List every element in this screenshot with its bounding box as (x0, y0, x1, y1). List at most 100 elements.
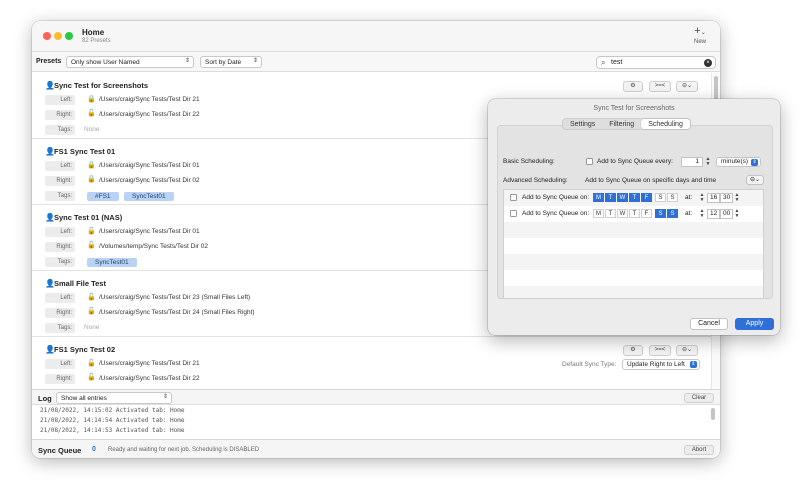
preset-row[interactable]: 👤FS1 Sync Test 02 Left: 🔓 /Users/craig/S… (32, 337, 711, 389)
new-preset-button[interactable]: +⌄ New (690, 25, 710, 45)
sort-popup[interactable]: Sort by Date ⇕ (200, 56, 262, 68)
lock-icon[interactable]: 🔒 (87, 175, 96, 183)
search-field[interactable]: ⌕ test × (596, 56, 716, 69)
day-saturday[interactable]: S (655, 209, 666, 218)
tags-label: Tags: (45, 323, 75, 333)
time-stepper[interactable]: ▲ ▼ (734, 209, 740, 219)
unlock-icon[interactable]: 🔓 (87, 241, 96, 249)
abort-button[interactable]: Abort (684, 445, 714, 455)
schedule-row-label: Add to Sync Queue on: (522, 194, 590, 201)
lock-icon[interactable]: 🔒 (87, 95, 96, 103)
compare-button[interactable]: >=< (649, 345, 671, 356)
tags-none: None (84, 324, 100, 331)
day-sunday[interactable]: S (667, 209, 678, 218)
day-friday[interactable]: F (641, 209, 652, 218)
day-friday[interactable]: F (641, 193, 652, 202)
at-label: at: (685, 210, 693, 217)
left-path: /Users/craig/Sync Tests/Test Dir 21 (99, 96, 200, 103)
schedule-row[interactable]: Add to Sync Queue on: M T W T F S S at: … (504, 206, 763, 222)
basic-scheduling-checkbox[interactable] (586, 158, 593, 165)
advanced-schedule-table: Add to Sync Queue on: M T W T F S S at: … (503, 189, 764, 299)
preset-title: 👤FS1 Sync Test 02 (45, 345, 115, 354)
more-icon: ⊖⌄ (681, 83, 693, 89)
unlock-icon[interactable]: 🔓 (87, 227, 96, 235)
day-thursday[interactable]: T (629, 193, 640, 202)
tag-chip[interactable]: SyncTest01 (124, 192, 174, 201)
compare-button[interactable]: >=< (649, 81, 671, 92)
interval-unit-popup[interactable]: minute(s) ⇕ (716, 157, 762, 167)
tags-label: Tags: (45, 125, 75, 135)
basic-scheduling-label: Basic Scheduling: (503, 158, 555, 165)
log-line: 21/08/2022, 14:15:02 Activated tab: Home (40, 407, 185, 414)
schedule-row[interactable]: Add to Sync Queue on: M T W T F S S at: … (504, 190, 763, 206)
log-filter-popup[interactable]: Show all entries ⇕ (56, 392, 172, 404)
filter-popup[interactable]: Only show User Named ⇕ (66, 56, 194, 68)
day-wednesday[interactable]: W (617, 209, 628, 218)
chevron-down-icon: ⌄ (700, 30, 706, 36)
day-monday[interactable]: M (593, 209, 604, 218)
unlock-icon[interactable]: 🔓 (87, 359, 96, 367)
preset-name: Small File Test (54, 279, 106, 288)
unlock-icon[interactable]: 🔓 (87, 307, 96, 315)
search-input[interactable]: test (611, 59, 622, 66)
log-entries: 21/08/2022, 14:15:02 Activated tab: Home… (32, 405, 720, 439)
day-monday[interactable]: M (593, 193, 604, 202)
day-thursday[interactable]: T (629, 209, 640, 218)
basic-checkbox-label: Add to Sync Queue every: (597, 158, 673, 165)
tab-filtering[interactable]: Filtering (602, 119, 641, 129)
settings-gear-button[interactable]: ⚙ (623, 81, 643, 92)
unlock-icon[interactable]: 🔓 (87, 373, 96, 381)
minute-field[interactable]: 30 (720, 193, 734, 203)
day-wednesday[interactable]: W (617, 193, 628, 202)
advanced-description: Add to Sync Queue on specific days and t… (585, 177, 717, 184)
day-tuesday[interactable]: T (605, 193, 616, 202)
more-menu-button[interactable]: ⊖⌄ (676, 81, 698, 92)
tab-settings[interactable]: Settings (563, 119, 602, 129)
advanced-scheduling-label: Advanced Scheduling: (503, 177, 568, 184)
minimize-window-button[interactable] (54, 32, 62, 40)
day-sunday[interactable]: S (667, 193, 678, 202)
right-path: /Volumes/temp/Sync Tests/Test Dir 02 (99, 243, 208, 250)
sync-type-label: Default Sync Type: (562, 361, 617, 368)
interval-field[interactable]: 1 (681, 157, 703, 167)
schedule-row-checkbox[interactable] (510, 194, 517, 201)
minute-field[interactable]: 00 (720, 209, 734, 219)
hour-field[interactable]: 16 (707, 193, 721, 203)
close-window-button[interactable] (43, 32, 51, 40)
time-stepper[interactable]: ▲ ▼ (734, 193, 740, 203)
status-message: Ready and waiting for next job. Scheduli… (108, 447, 260, 453)
clear-log-button[interactable]: Clear (684, 393, 714, 403)
right-path: /Users/craig/Sync Tests/Test Dir 22 (99, 375, 200, 382)
tag-chip[interactable]: SyncTest01 (87, 258, 137, 267)
unlock-icon[interactable]: 🔓 (87, 109, 96, 117)
time-stepper[interactable]: ▲ ▼ (699, 193, 705, 203)
zoom-window-button[interactable] (65, 32, 73, 40)
user-icon: 👤 (45, 81, 55, 90)
settings-gear-button[interactable]: ⚙ (623, 345, 643, 356)
log-scrollbar[interactable] (711, 408, 715, 420)
day-saturday[interactable]: S (655, 193, 666, 202)
schedule-row-checkbox[interactable] (510, 210, 517, 217)
preset-title: 👤Sync Test for Screenshots (45, 81, 148, 90)
unlock-icon[interactable]: 🔓 (87, 293, 96, 301)
tag-chip[interactable]: #FS1 (87, 192, 119, 201)
day-tuesday[interactable]: T (605, 209, 616, 218)
sync-type-popup[interactable]: Update Right to Left ⇕ (622, 359, 700, 370)
clear-search-icon[interactable]: × (704, 59, 712, 67)
sync-type-value: Update Right to Left (627, 361, 685, 368)
tab-scheduling[interactable]: Scheduling (641, 119, 690, 129)
advanced-actions-button[interactable]: ⊖⌄ (746, 175, 764, 185)
lock-icon[interactable]: 🔒 (87, 161, 96, 169)
search-icon: ⌕ (601, 58, 606, 67)
hour-field[interactable]: 12 (707, 209, 721, 219)
interval-stepper[interactable]: ▲ ▼ (705, 157, 711, 167)
preset-name: FS1 Sync Test 01 (54, 147, 116, 156)
log-title: Log (38, 394, 52, 403)
time-stepper[interactable]: ▲ ▼ (699, 209, 705, 219)
apply-button[interactable]: Apply (735, 318, 774, 330)
cancel-button[interactable]: Cancel (690, 318, 728, 330)
tags-none: None (84, 126, 100, 133)
more-menu-button[interactable]: ⊖⌄ (676, 345, 698, 356)
right-label: Right: (45, 242, 75, 252)
right-label: Right: (45, 374, 75, 384)
